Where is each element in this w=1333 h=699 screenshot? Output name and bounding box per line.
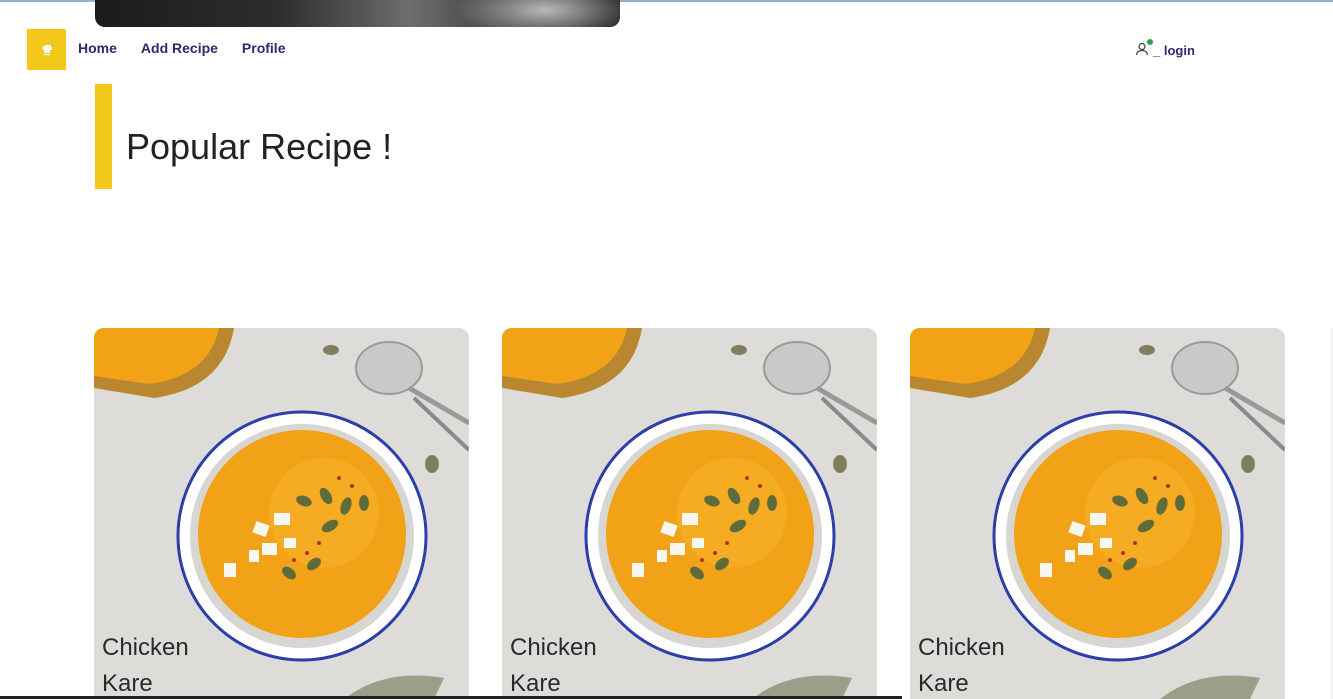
hero-image-bottom [95, 0, 620, 27]
recipe-name: Chicken Kare [102, 630, 242, 699]
recipe-name-line2: Kare [102, 670, 153, 697]
recipe-name-line1: Chicken [918, 634, 1005, 661]
logo[interactable] [27, 29, 66, 70]
nav-profile[interactable]: Profile [242, 40, 286, 56]
user-icon [1135, 39, 1153, 58]
login-label: _ login [1153, 42, 1195, 58]
login-button[interactable]: _ login [1135, 39, 1195, 58]
online-status-dot [1147, 39, 1153, 45]
recipe-card[interactable]: Chicken Kare [502, 328, 877, 699]
nav-add-recipe[interactable]: Add Recipe [141, 40, 218, 56]
recipe-card[interactable]: Chicken Kare [94, 328, 469, 699]
title-accent-bar [95, 84, 112, 189]
recipe-name-line1: Chicken [510, 634, 597, 661]
page-title: Popular Recipe ! [126, 126, 393, 167]
recipe-name: Chicken Kare [918, 630, 1058, 699]
recipe-name-line1: Chicken [102, 634, 189, 661]
chef-hat-icon [42, 44, 52, 55]
recipe-name-line2: Kare [918, 670, 969, 697]
recipe-card[interactable]: Chicken Kare [910, 328, 1285, 699]
recipe-name: Chicken Kare [510, 630, 650, 699]
recipe-name-line2: Kare [510, 670, 561, 697]
main-nav: Home Add Recipe Profile [78, 40, 286, 56]
nav-home[interactable]: Home [78, 40, 117, 56]
